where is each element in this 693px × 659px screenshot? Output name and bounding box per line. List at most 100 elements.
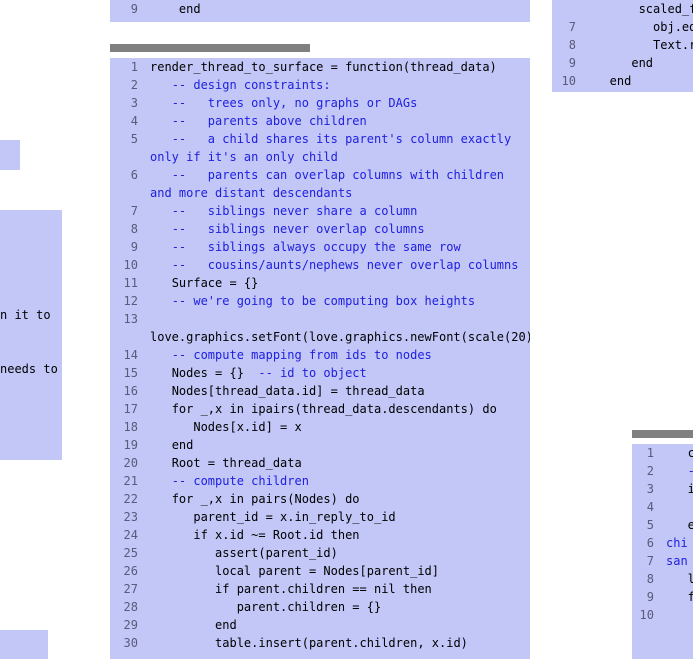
line-number: 6 [114, 166, 150, 184]
code-text: Nodes[x.id] = x [150, 418, 526, 436]
code-line[interactable]: 24 if x.id ~= Root.id then [110, 526, 530, 544]
code-line[interactable]: 1 con [632, 444, 693, 462]
line-number: 9 [114, 238, 150, 256]
code-text: Root = thread_data [150, 454, 526, 472]
code-line[interactable]: 10 -- cousins/aunts/nephews never overla… [110, 256, 530, 274]
code-line[interactable]: 10 [632, 606, 693, 624]
code-text: -- a child shares its parent's column ex… [150, 130, 526, 166]
code-line[interactable]: 25 assert(parent_id) [110, 544, 530, 562]
line-number: 18 [114, 418, 150, 436]
line-number: 27 [114, 580, 150, 598]
code-text: love.graphics.setFont(love.graphics.newF… [150, 310, 526, 346]
code-line[interactable]: 27 if parent.children == nil then [110, 580, 530, 598]
code-text: -- cousins/aunts/nephews never overlap c… [150, 256, 526, 274]
code-line[interactable]: 13 love.graphics.setFont(love.graphics.n… [110, 310, 530, 346]
code-line[interactable]: 19 end [110, 436, 530, 454]
line-number: 9 [556, 54, 588, 72]
line-number: 8 [114, 220, 150, 238]
code-line[interactable]: 15 Nodes = {} -- id to object [110, 364, 530, 382]
code-text: obj.editor. [588, 18, 693, 36]
line-number: 10 [636, 606, 666, 624]
code-text: con [666, 444, 693, 462]
code-line[interactable]: 12 -- we're going to be computing box he… [110, 292, 530, 310]
line-number: 10 [556, 72, 588, 90]
code-line[interactable]: 23 parent_id = x.in_reply_to_id [110, 508, 530, 526]
code-line[interactable]: 4 [632, 498, 693, 516]
code-text: Text.redra [588, 36, 693, 54]
code-text: i [666, 480, 693, 498]
line-number: 30 [114, 634, 150, 652]
code-line[interactable]: 30 table.insert(parent.children, x.id) [110, 634, 530, 652]
code-line[interactable]: 16 Nodes[thread_data.id] = thread_data [110, 382, 530, 400]
code-pane-right-top[interactable]: scaled_fontsize7 obj.editor.8 Text.redra… [552, 0, 693, 92]
code-line[interactable]: 6 -- parents can overlap columns with ch… [110, 166, 530, 202]
code-line[interactable]: 8 -- siblings never overlap columns [110, 220, 530, 238]
code-text: Nodes[thread_data.id] = thread_data [150, 382, 526, 400]
code-text: Nodes = {} -- id to object [150, 364, 526, 382]
line-number: 26 [114, 562, 150, 580]
fragment-pane-3 [0, 630, 48, 659]
code-line[interactable]: 1render_thread_to_surface = function(thr… [110, 58, 530, 76]
code-line[interactable]: 7 -- siblings never share a column [110, 202, 530, 220]
code-line[interactable]: 26 local parent = Nodes[parent_id] [110, 562, 530, 580]
code-line[interactable]: 6chi [632, 534, 693, 552]
code-pane-top[interactable]: 9 end [110, 0, 530, 22]
code-line[interactable]: 2 -- design constraints: [110, 76, 530, 94]
code-line[interactable]: 14 -- compute mapping from ids to nodes [110, 346, 530, 364]
code-line[interactable]: 2 - [632, 462, 693, 480]
line-number: 22 [114, 490, 150, 508]
line-number: 13 [114, 310, 150, 328]
code-text: end [150, 616, 526, 634]
code-line[interactable]: 9 end [552, 54, 693, 72]
code-line[interactable]: 9 -- siblings always occupy the same row [110, 238, 530, 256]
code-text: -- we're going to be computing box heigh… [150, 292, 526, 310]
code-line[interactable]: 3 i [632, 480, 693, 498]
code-text: render_thread_to_surface = function(thre… [150, 58, 526, 76]
code-line[interactable]: 28 parent.children = {} [110, 598, 530, 616]
code-line[interactable]: 9 f [632, 588, 693, 606]
code-text: Surface = {} [150, 274, 526, 292]
code-line[interactable]: 3 -- trees only, no graphs or DAGs [110, 94, 530, 112]
line-number: 3 [114, 94, 150, 112]
code-line[interactable]: 7san [632, 552, 693, 570]
code-pane-right-bottom[interactable]: 1 con2 -3 i4 5 e6chi7san8 l9 f10 [632, 444, 693, 659]
line-number: 11 [114, 274, 150, 292]
line-number: 14 [114, 346, 150, 364]
line-number: 29 [114, 616, 150, 634]
code-line[interactable]: 29 end [110, 616, 530, 634]
line-number: 10 [114, 256, 150, 274]
code-line[interactable]: 5 -- a child shares its parent's column … [110, 130, 530, 166]
code-text: assert(parent_id) [150, 544, 526, 562]
code-text: -- compute children [150, 472, 526, 490]
code-text: -- siblings never overlap columns [150, 220, 526, 238]
code-text: if x.id ~= Root.id then [150, 526, 526, 544]
code-line[interactable]: 7 obj.editor. [552, 18, 693, 36]
code-line[interactable]: 21 -- compute children [110, 472, 530, 490]
line-number: 3 [636, 480, 666, 498]
code-text: -- compute mapping from ids to nodes [150, 346, 526, 364]
pane-grabber-right[interactable] [632, 430, 693, 438]
code-line[interactable]: 17 for _,x in ipairs(thread_data.descend… [110, 400, 530, 418]
code-line[interactable]: scaled_fontsize [552, 0, 693, 18]
line-number: 7 [636, 552, 666, 570]
fragment-text: n it to [0, 306, 62, 324]
line-number: 16 [114, 382, 150, 400]
code-line[interactable]: 22 for _,x in pairs(Nodes) do [110, 490, 530, 508]
line-number: 15 [114, 364, 150, 382]
code-line[interactable]: 5 e [632, 516, 693, 534]
code-line[interactable]: 8 l [632, 570, 693, 588]
line-number: 7 [556, 18, 588, 36]
code-line[interactable]: 4 -- parents above children [110, 112, 530, 130]
code-text: parent.children = {} [150, 598, 526, 616]
code-line[interactable]: 9 end [110, 0, 530, 18]
code-text: -- siblings never share a column [150, 202, 526, 220]
code-text: -- trees only, no graphs or DAGs [150, 94, 526, 112]
code-line[interactable]: 20 Root = thread_data [110, 454, 530, 472]
pane-grabber-main[interactable] [110, 44, 310, 52]
code-line[interactable]: 8 Text.redra [552, 36, 693, 54]
code-line[interactable]: 18 Nodes[x.id] = x [110, 418, 530, 436]
code-line[interactable]: 11 Surface = {} [110, 274, 530, 292]
code-pane-main[interactable]: 1render_thread_to_surface = function(thr… [110, 58, 530, 659]
code-line[interactable]: 10 end [552, 72, 693, 90]
code-text: f [666, 588, 693, 606]
